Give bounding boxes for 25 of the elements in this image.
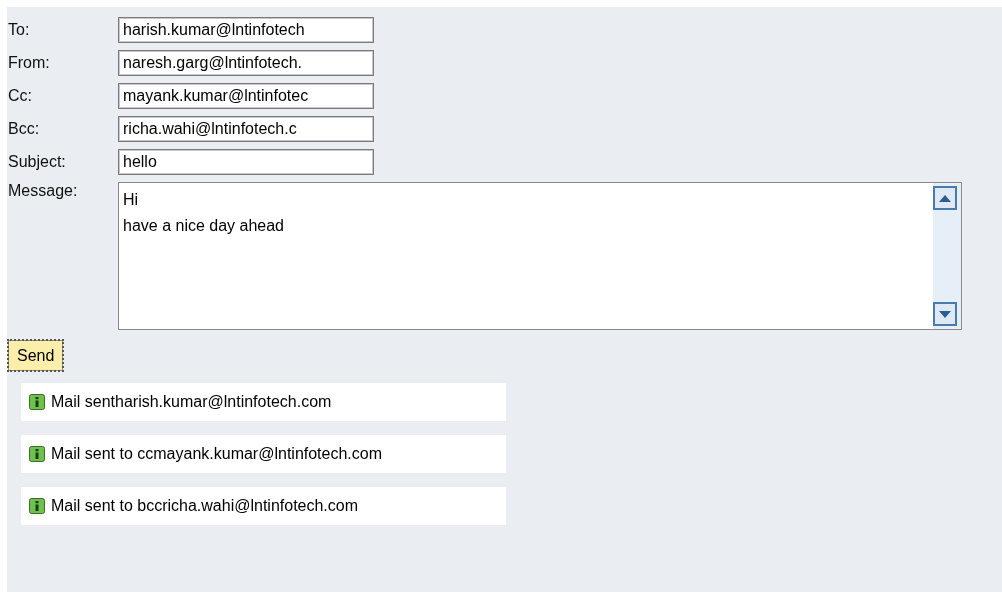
field-label: Subject: <box>8 153 67 171</box>
info-icon <box>29 498 45 514</box>
input-field[interactable]: hello <box>118 149 374 175</box>
scroll-down-button[interactable] <box>933 302 957 326</box>
down-arrow-icon <box>939 310 951 318</box>
message-line: have a nice day ahead <box>123 216 285 236</box>
field-label: Message: <box>8 182 79 200</box>
field-label: To: <box>8 21 31 39</box>
notification-text: Mail sent to ccmayank.kumar@lntinfotech.com <box>51 445 383 463</box>
send-button[interactable]: Send <box>8 340 64 371</box>
field-label: Bcc: <box>8 120 41 138</box>
scroll-up-button[interactable] <box>933 186 957 210</box>
notification-text: Mail sentharish.kumar@lntinfotech.com <box>51 393 332 411</box>
info-icon <box>29 394 45 410</box>
field-label: From: <box>8 54 51 72</box>
input-field[interactable]: naresh.garg@lntinfotech. <box>118 50 374 76</box>
field-label: Cc: <box>8 87 33 105</box>
notification-text: Mail sent to bccricha.wahi@lntinfotech.com <box>51 497 359 515</box>
input-field[interactable]: richa.wahi@lntinfotech.c <box>118 116 374 142</box>
info-icon <box>29 446 45 462</box>
input-field[interactable]: harish.kumar@lntinfotech <box>118 17 374 43</box>
input-field[interactable]: mayank.kumar@lntinfotec <box>118 83 374 109</box>
message-line: Hi <box>123 190 140 210</box>
up-arrow-icon <box>939 194 951 202</box>
message-field[interactable]: Hi have a nice day ahead <box>118 182 962 330</box>
